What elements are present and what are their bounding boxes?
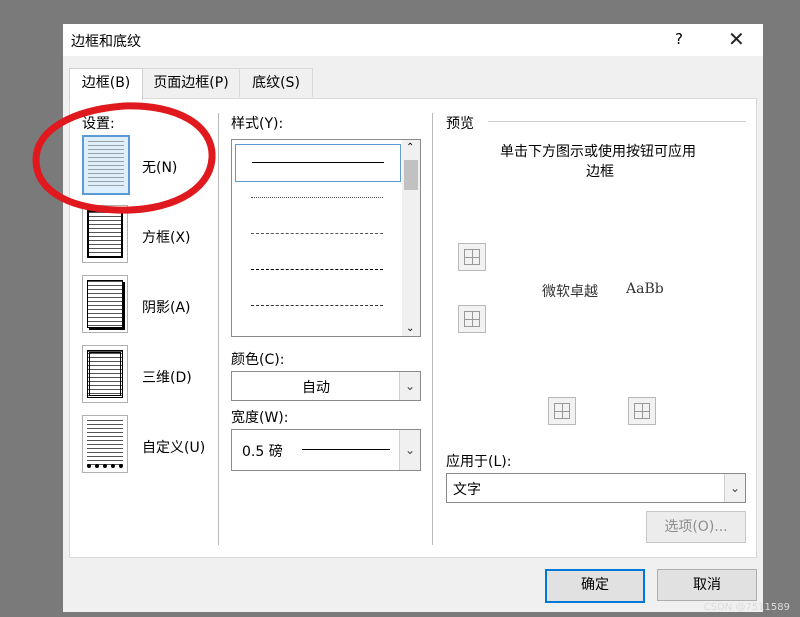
apply-to-value: 文字 [453, 482, 481, 498]
style-dashed[interactable] [235, 252, 399, 288]
preview-hint-1: 单击下方图示或使用按钮可应用 [500, 144, 696, 160]
setting-3d-label[interactable]: 三维(D) [142, 367, 192, 387]
setting-shadow-label[interactable]: 阴影(A) [142, 297, 191, 317]
3d-page-icon [87, 350, 123, 398]
setting-custom-thumb[interactable] [82, 415, 128, 473]
style-listbox[interactable]: ⌃ ⌄ [231, 139, 421, 337]
preview-hint-2: 边框 [586, 164, 614, 180]
scroll-up-icon[interactable]: ⌃ [406, 142, 414, 153]
shadow-page-icon [87, 280, 123, 328]
right-border-button[interactable] [628, 397, 656, 425]
preview-sample-cn: 微软卓越 [542, 284, 598, 300]
scroll-down-icon[interactable]: ⌄ [406, 323, 414, 334]
apply-to-label: 应用于(L): [446, 454, 512, 470]
options-button[interactable]: 选项(O)... [646, 511, 746, 543]
width-label: 宽度(W): [231, 410, 289, 426]
tab-page-border-label: 页面边框(P) [153, 75, 229, 91]
style-dashed-fine[interactable] [235, 216, 399, 252]
bottom-border-icon [464, 311, 480, 327]
tab-borders-label: 边框(B) [81, 75, 131, 91]
divider-right [432, 113, 433, 545]
setting-3d-thumb[interactable] [82, 345, 128, 403]
csdn-watermark: CSDN @7511589 [703, 602, 790, 613]
tab-page-border[interactable]: 页面边框(P) [142, 68, 240, 97]
style-solid[interactable] [235, 144, 401, 182]
setting-custom-label[interactable]: 自定义(U) [142, 437, 205, 457]
top-border-button[interactable] [458, 243, 486, 271]
custom-page-icon [87, 420, 123, 468]
dashed-line [251, 269, 383, 270]
red-annotation-circle [32, 102, 216, 214]
scroll-thumb[interactable] [404, 160, 418, 190]
dialog-title: 边框和底纹 [71, 34, 141, 50]
title-bar: 边框和底纹 ? ✕ [63, 24, 763, 56]
left-border-icon [554, 403, 570, 419]
bottom-border-button[interactable] [458, 305, 486, 333]
box-page-icon [87, 210, 123, 258]
setting-shadow-thumb[interactable] [82, 275, 128, 333]
ok-button[interactable]: 确定 [545, 569, 645, 603]
top-border-icon [464, 249, 480, 265]
dash-dot-line [251, 305, 383, 306]
style-dotted[interactable] [235, 180, 399, 216]
width-line-sample [302, 449, 390, 450]
close-icon[interactable]: ✕ [728, 27, 745, 51]
style-dash-dot[interactable] [235, 288, 399, 324]
width-combo[interactable]: 0.5 磅 ⌄ [231, 429, 421, 471]
left-border-button[interactable] [548, 397, 576, 425]
chevron-down-icon[interactable]: ⌄ [399, 430, 420, 470]
setting-box-label[interactable]: 方框(X) [142, 227, 191, 247]
tab-shading-label: 底纹(S) [252, 75, 300, 91]
preview-sample-en: AaBb [626, 281, 664, 297]
chevron-down-icon[interactable]: ⌄ [724, 474, 745, 502]
dotted-line [251, 197, 383, 198]
style-heading: 样式(Y): [231, 116, 284, 132]
preview-rule [488, 121, 746, 122]
width-value: 0.5 磅 [242, 444, 283, 460]
chevron-down-icon[interactable]: ⌄ [399, 372, 420, 400]
color-value: 自动 [302, 380, 330, 396]
cancel-button[interactable]: 取消 [657, 569, 757, 601]
style-scrollbar[interactable]: ⌃ ⌄ [402, 140, 420, 336]
color-combo[interactable]: 自动 ⌄ [231, 371, 421, 401]
tab-shading[interactable]: 底纹(S) [239, 68, 313, 97]
help-button[interactable]: ? [675, 30, 683, 48]
dashed-fine-line [251, 233, 383, 234]
preview-heading: 预览 [446, 116, 474, 132]
apply-to-combo[interactable]: 文字 ⌄ [446, 473, 746, 503]
right-border-icon [634, 403, 650, 419]
solid-line [252, 162, 384, 163]
color-label: 颜色(C): [231, 352, 285, 368]
tab-borders[interactable]: 边框(B) [69, 68, 143, 100]
